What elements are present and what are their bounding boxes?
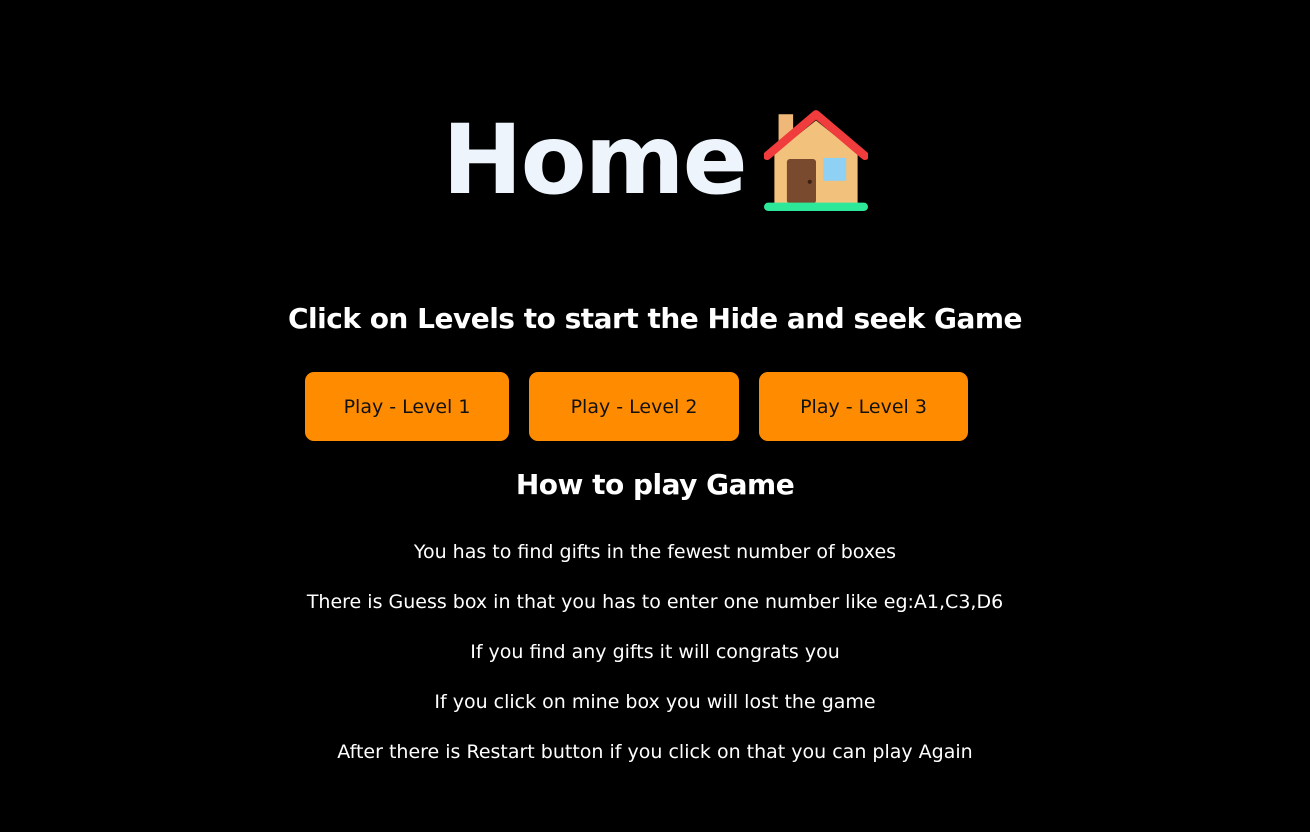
home-page: Home Click on Levels to start the Hide a… bbox=[0, 0, 1310, 832]
instruction-item: If you find any gifts it will congrats y… bbox=[470, 641, 840, 663]
instruction-item: After there is Restart button if you cli… bbox=[337, 741, 973, 763]
play-level-1-button[interactable]: Play - Level 1 bbox=[305, 372, 509, 441]
house-icon bbox=[763, 110, 868, 211]
instruction-item: If you click on mine box you will lost t… bbox=[434, 691, 876, 713]
instruction-item: There is Guess box in that you has to en… bbox=[306, 591, 1004, 613]
level-buttons: Play - Level 1 Play - Level 2 Play - Lev… bbox=[305, 372, 968, 441]
instructions-list: You has to find gifts in the fewest numb… bbox=[0, 537, 1310, 787]
instruction-item: You has to find gifts in the fewest numb… bbox=[413, 541, 897, 563]
how-to-heading: How to play Game bbox=[515, 468, 795, 501]
play-level-3-button[interactable]: Play - Level 3 bbox=[759, 372, 968, 441]
title-row: Home bbox=[0, 100, 1310, 220]
intro-text: Click on Levels to start the Hide and se… bbox=[287, 302, 1023, 335]
page-title: Home bbox=[442, 104, 747, 216]
play-level-2-button[interactable]: Play - Level 2 bbox=[529, 372, 739, 441]
